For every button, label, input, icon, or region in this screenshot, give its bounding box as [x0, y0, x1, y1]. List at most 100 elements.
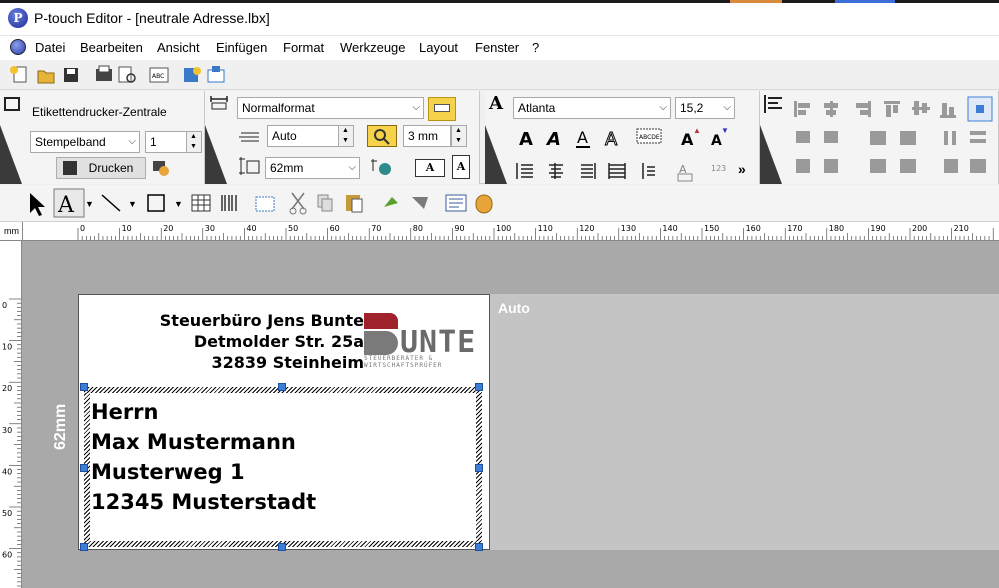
transfer-icon[interactable]	[207, 66, 225, 83]
same-height-icon[interactable]	[824, 159, 838, 173]
svg-text:▼: ▼	[721, 126, 729, 135]
open-icon[interactable]	[37, 70, 55, 84]
justify-icon[interactable]	[608, 163, 626, 179]
menu-format[interactable]: Format	[283, 40, 324, 55]
underline-icon[interactable]: A	[576, 128, 590, 148]
align-vcenter-objects-icon[interactable]	[912, 101, 930, 115]
menu-fenster[interactable]: Fenster	[475, 40, 519, 55]
front-icon[interactable]	[870, 131, 886, 145]
print-button[interactable]: Drucken	[56, 157, 146, 179]
menu-bearbeiten[interactable]: Bearbeiten	[80, 40, 143, 55]
database-icon[interactable]	[475, 194, 493, 214]
margin-icon[interactable]	[367, 125, 397, 147]
flip-v-icon[interactable]	[970, 159, 986, 173]
paste-icon[interactable]	[346, 195, 363, 213]
resize-handle[interactable]	[80, 383, 88, 391]
new-icon[interactable]	[10, 66, 27, 83]
format-select[interactable]: Normalformat ⌵	[237, 97, 424, 119]
group-icon[interactable]	[796, 131, 810, 143]
menu-layout[interactable]: Layout	[419, 40, 458, 55]
distribute-h-icon[interactable]	[944, 131, 956, 145]
align-top-objects-icon[interactable]	[884, 101, 900, 117]
undo-icon[interactable]	[384, 197, 398, 207]
resize-icon[interactable]	[900, 159, 916, 173]
align-center-page-icon[interactable]	[967, 96, 993, 122]
text-vertical-icon[interactable]: A	[452, 155, 470, 179]
copies-input[interactable]: 1	[145, 131, 187, 153]
same-width-icon[interactable]	[796, 159, 810, 173]
resize-handle[interactable]	[80, 543, 88, 551]
char-spacing-icon[interactable]: A	[677, 163, 693, 182]
back-icon[interactable]	[900, 131, 916, 145]
spellcheck-icon[interactable]: ABC	[149, 67, 169, 83]
menu-einfuegen[interactable]: Einfügen	[216, 40, 267, 55]
sender-text-object[interactable]: Steuerbüro Jens Bunte Detmolder Str. 25a…	[88, 310, 364, 373]
dock-tab[interactable]	[0, 91, 24, 184]
company-logo[interactable]: UNTE STEUERBERATER & WIRTSCHAFTSPRÜFER	[364, 313, 476, 373]
resize-handle[interactable]	[475, 464, 483, 472]
save-icon[interactable]	[64, 68, 78, 82]
copy-icon[interactable]	[317, 194, 333, 212]
align-right-icon[interactable]	[581, 163, 596, 179]
margin-input[interactable]: 3 mm	[403, 125, 451, 147]
flip-h-icon[interactable]	[944, 159, 958, 173]
length-input[interactable]: Auto	[267, 125, 339, 147]
dock-tab[interactable]	[760, 91, 784, 184]
text-horizontal-icon[interactable]: A	[415, 159, 445, 177]
menu-ansicht[interactable]: Ansicht	[157, 40, 200, 55]
margin-stepper[interactable]	[451, 125, 467, 147]
select-arrow-icon[interactable]	[30, 193, 45, 216]
print-icon[interactable]	[96, 65, 112, 81]
menu-help[interactable]: ?	[532, 40, 539, 55]
redo-icon[interactable]	[412, 197, 428, 209]
bold-icon[interactable]: A	[519, 129, 533, 150]
resize-handle[interactable]	[475, 383, 483, 391]
database-connect-icon[interactable]	[184, 67, 201, 82]
font-size-select[interactable]: 15,2 ⌵	[675, 97, 735, 119]
resize-handle[interactable]	[475, 543, 483, 551]
address-text-object[interactable]: Herrn Max Mustermann Musterweg 1 12345 M…	[91, 397, 316, 517]
distribute-v-icon[interactable]	[970, 131, 986, 143]
align-right-objects-icon[interactable]	[856, 101, 871, 117]
rotate-icon[interactable]	[369, 155, 395, 179]
ungroup-icon[interactable]	[824, 131, 838, 143]
frame-text-icon[interactable]: ABCDE	[636, 128, 662, 144]
resize-handle[interactable]	[278, 543, 286, 551]
italic-icon[interactable]: A	[545, 129, 561, 150]
table-tool-icon[interactable]	[191, 194, 211, 212]
font-shrink-icon[interactable]: A▼	[711, 126, 729, 149]
screen-capture-icon[interactable]	[255, 196, 275, 212]
cut-icon[interactable]	[289, 192, 307, 215]
print-mode-select[interactable]: Stempelband ⌵	[30, 131, 140, 153]
more-options-button[interactable]: »	[738, 161, 746, 177]
document-icon[interactable]	[10, 39, 26, 55]
outline-icon[interactable]: A	[605, 129, 619, 151]
print-preview-icon[interactable]	[118, 66, 136, 83]
menu-datei[interactable]: Datei	[35, 40, 65, 55]
printer-settings-icon[interactable]	[152, 159, 170, 177]
tape-color-button[interactable]	[428, 97, 456, 121]
font-select[interactable]: Atlanta ⌵	[513, 97, 671, 119]
align-left-icon[interactable]	[516, 163, 533, 179]
page-setup-icon	[210, 96, 228, 110]
line-tool-icon[interactable]: ▼	[101, 194, 137, 212]
resize-handle[interactable]	[80, 464, 88, 472]
menu-werkzeuge[interactable]: Werkzeuge	[340, 40, 406, 55]
rectangle-tool-icon[interactable]: ▼	[147, 194, 183, 212]
fit-icon[interactable]	[870, 159, 886, 173]
align-bottom-objects-icon[interactable]	[940, 103, 956, 118]
text-tool-icon[interactable]: A ▼	[53, 188, 94, 218]
numbering-icon[interactable]: 123	[711, 164, 726, 173]
copies-stepper[interactable]	[186, 131, 202, 153]
length-stepper[interactable]	[338, 125, 354, 147]
align-center-icon[interactable]	[549, 163, 563, 179]
vertical-align-icon[interactable]	[642, 163, 655, 179]
font-grow-icon[interactable]: A ▲	[681, 126, 701, 149]
dock-tab[interactable]	[205, 91, 229, 184]
align-left-objects-icon[interactable]	[794, 101, 810, 117]
barcode-tool-icon[interactable]	[221, 195, 237, 211]
align-hcenter-objects-icon[interactable]	[824, 101, 838, 117]
resize-handle[interactable]	[278, 383, 286, 391]
tape-width-select[interactable]: 62mm ⌵	[265, 157, 360, 179]
properties-icon[interactable]	[445, 194, 467, 212]
